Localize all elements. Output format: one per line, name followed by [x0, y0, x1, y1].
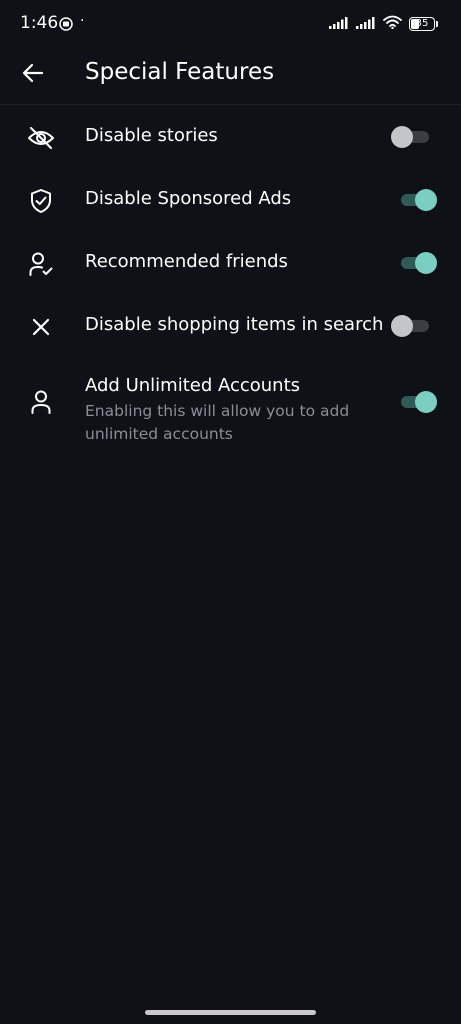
setting-disable-stories[interactable]: Disable stories	[0, 105, 461, 168]
signal-icon	[329, 14, 349, 33]
toggle-knob	[415, 252, 437, 274]
status-time: 1:46	[20, 13, 59, 33]
screen: 1:46 · 35 Special Features Disable stori…	[0, 0, 461, 1024]
shield-check-icon	[27, 187, 55, 215]
setting-disable-sponsored-ads[interactable]: Disable Sponsored Ads	[0, 168, 461, 231]
add-unlimited-accounts-toggle[interactable]	[401, 391, 437, 413]
eye-off-icon	[27, 124, 55, 152]
setting-title: Disable Sponsored Ads	[85, 188, 292, 209]
wifi-icon	[383, 14, 402, 33]
signal-icon	[356, 14, 376, 33]
toggle-knob	[415, 391, 437, 413]
setting-description: Enabling this will allow you to add unli…	[85, 402, 350, 444]
battery-icon: 35	[409, 16, 438, 31]
row-text: Disable shopping items in search	[85, 314, 384, 335]
battery-tip	[436, 20, 438, 27]
disable-sponsored-ads-toggle[interactable]	[401, 189, 437, 211]
row-text: Disable stories	[85, 125, 371, 146]
media-icon	[59, 16, 73, 31]
close-icon	[27, 313, 55, 341]
user-icon	[27, 388, 55, 416]
setting-title: Disable stories	[85, 125, 218, 146]
toggle-knob	[391, 126, 413, 148]
disable-shopping-items-toggle[interactable]	[391, 315, 429, 337]
recommended-friends-toggle[interactable]	[401, 252, 437, 274]
user-check-icon	[27, 250, 55, 278]
setting-title: Add Unlimited Accounts	[85, 375, 301, 396]
setting-add-unlimited-accounts[interactable]: Add Unlimited Accounts Enabling this wil…	[0, 357, 461, 453]
row-text: Recommended friends	[85, 251, 371, 272]
battery-level: 35	[415, 17, 429, 29]
disable-stories-toggle[interactable]	[391, 126, 429, 148]
row-text: Disable Sponsored Ads	[85, 188, 371, 209]
status-icons: 35	[329, 14, 438, 33]
settings-list: Disable stories Disable Sponsored Ads Re…	[0, 105, 461, 453]
setting-title: Recommended friends	[85, 251, 288, 272]
page-title: Special Features	[85, 59, 275, 85]
arrow-left-icon	[22, 63, 44, 87]
status-bar: 1:46 · 35	[0, 0, 461, 46]
back-button[interactable]	[18, 60, 48, 90]
setting-title: Disable shopping items in search	[85, 314, 384, 335]
setting-disable-shopping-items[interactable]: Disable shopping items in search	[0, 294, 461, 357]
toggle-knob	[391, 315, 413, 337]
setting-recommended-friends[interactable]: Recommended friends	[0, 231, 461, 294]
toggle-knob	[415, 189, 437, 211]
home-indicator[interactable]	[145, 1010, 316, 1015]
notification-dot: ·	[80, 13, 85, 29]
app-bar: Special Features	[0, 46, 461, 105]
row-text: Add Unlimited Accounts Enabling this wil…	[85, 375, 371, 447]
